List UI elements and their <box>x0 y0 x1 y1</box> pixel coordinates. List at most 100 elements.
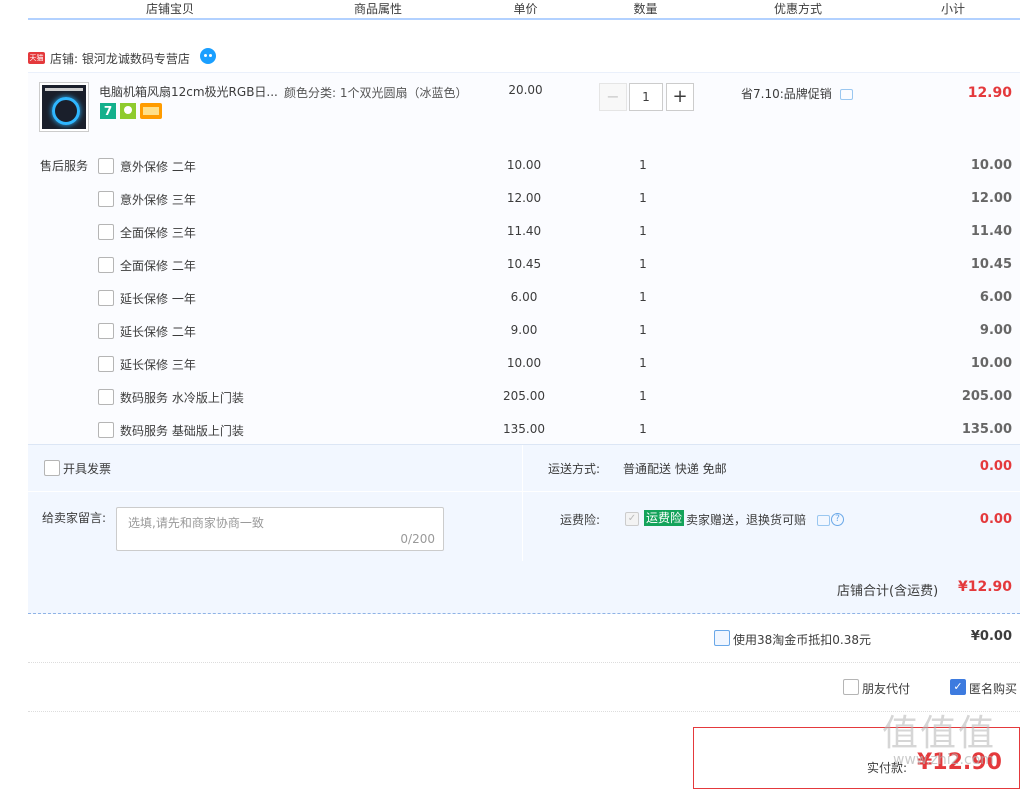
fan-image <box>42 85 86 129</box>
service-name: 延长保修 二年 <box>120 325 196 339</box>
service-name: 全面保修 三年 <box>120 226 196 240</box>
service-name: 延长保修 一年 <box>120 292 196 306</box>
cart-item-block: 电脑机箱风扇12cm极光RGB日... 7 颜色分类: 1个双光圆扇（冰蓝色） … <box>28 72 1020 445</box>
service-name: 全面保修 二年 <box>120 259 196 273</box>
service-subtotal: 205.00 <box>961 389 1012 404</box>
promotion-text: 省7.10:品牌促销 <box>741 87 832 101</box>
service-checkbox[interactable] <box>98 257 114 273</box>
header-discount: 优惠方式 <box>773 2 822 16</box>
service-row: 意外保修 二年 10.00 1 10.00 <box>28 156 1020 176</box>
service-subtotal: 10.45 <box>970 257 1012 272</box>
shop-total-label: 店铺合计(含运费) <box>837 584 939 599</box>
help-icon[interactable]: ? <box>831 513 844 526</box>
service-checkbox[interactable] <box>98 323 114 339</box>
cart-header: 店铺宝贝 商品属性 单价 数量 优惠方式 小计 <box>28 0 1020 20</box>
service-row: 全面保修 二年 10.45 1 10.45 <box>28 255 1020 275</box>
service-bulb-icon[interactable] <box>120 103 136 119</box>
service-name: 意外保修 二年 <box>120 160 196 174</box>
service-qty: 1 <box>639 389 647 403</box>
service-price: 6.00 <box>510 290 538 304</box>
item-subtotal: 12.90 <box>967 85 1012 101</box>
wangwang-chat-icon[interactable] <box>200 48 216 64</box>
header-shop-item: 店铺宝贝 <box>145 2 194 16</box>
header-attributes: 商品属性 <box>353 2 402 16</box>
coin-value: ¥0.00 <box>970 629 1012 644</box>
coin-checkbox[interactable] <box>714 630 730 646</box>
insurance-cost: 0.00 <box>979 512 1012 527</box>
taobao-coin-row: 使用38淘金币抵扣0.38元 ¥0.00 <box>28 614 1020 663</box>
service-price: 10.00 <box>506 356 542 370</box>
insurance-badge: 运费险 <box>644 510 685 526</box>
quantity-increase-button[interactable]: + <box>666 83 694 111</box>
site-watermark-url: www.zhi2.com <box>893 752 994 768</box>
service-row: 延长保修 一年 6.00 1 6.00 <box>28 288 1020 308</box>
credit-card-icon[interactable] <box>140 103 162 119</box>
seller-message-label: 给卖家留言: <box>42 511 107 525</box>
shipping-cost: 0.00 <box>979 459 1012 474</box>
service-name: 数码服务 水冷版上门装 <box>120 391 244 405</box>
service-price: 10.45 <box>506 257 542 271</box>
friend-pay-checkbox[interactable] <box>843 679 859 695</box>
service-price: 135.00 <box>503 422 545 436</box>
coin-label[interactable]: 使用38淘金币抵扣0.38元 <box>733 631 871 648</box>
service-qty: 1 <box>639 257 647 271</box>
service-checkbox[interactable] <box>98 356 114 372</box>
service-row: 数码服务 水冷版上门装 205.00 1 205.00 <box>28 387 1020 407</box>
service-name: 延长保修 三年 <box>120 358 196 372</box>
service-qty: 1 <box>639 356 647 370</box>
service-row: 意外保修 三年 12.00 1 12.00 <box>28 189 1020 209</box>
service-name: 意外保修 三年 <box>120 193 196 207</box>
service-subtotal: 11.40 <box>970 224 1012 239</box>
service-checkbox[interactable] <box>98 422 114 438</box>
service-price: 12.00 <box>506 191 542 205</box>
service-checkbox[interactable] <box>98 158 114 174</box>
message-char-counter: 0/200 <box>400 532 435 546</box>
friend-pay-label[interactable]: 朋友代付 <box>862 680 910 697</box>
shipping-insurance-label: 运费险: <box>560 513 601 527</box>
promotion-chat-icon[interactable] <box>840 89 853 100</box>
header-quantity: 数量 <box>633 2 658 16</box>
service-qty: 1 <box>639 224 647 238</box>
service-checkbox[interactable] <box>98 191 114 207</box>
insurance-checkbox: ✓ <box>625 512 639 526</box>
anonymous-label[interactable]: 匿名购买 <box>969 680 1017 697</box>
service-price: 9.00 <box>510 323 538 337</box>
shipping-method: 普通配送 快递 免邮 <box>623 462 727 476</box>
service-subtotal: 12.00 <box>970 191 1012 206</box>
order-info-panel: 开具发票 运送方式: 普通配送 快递 免邮 0.00 给卖家留言: 选填,请先和… <box>28 444 1020 561</box>
shop-total-bar: 店铺合计(含运费) ¥12.90 <box>28 561 1020 614</box>
quantity-input[interactable]: 1 <box>629 83 663 111</box>
service-price: 11.40 <box>506 224 542 238</box>
insurance-chat-icon[interactable] <box>817 515 830 526</box>
invoice-label[interactable]: 开具发票 <box>63 460 111 477</box>
anonymous-checkbox[interactable]: ✓ <box>950 679 966 695</box>
seller-message-input[interactable]: 选填,请先和商家协商一致 0/200 <box>116 507 444 551</box>
service-row: 全面保修 三年 11.40 1 11.40 <box>28 222 1020 242</box>
tmall-badge: 天猫 <box>28 52 45 64</box>
service-qty: 1 <box>639 290 647 304</box>
service-subtotal: 10.00 <box>970 356 1012 371</box>
service-row: 延长保修 二年 9.00 1 9.00 <box>28 321 1020 341</box>
service-subtotal: 135.00 <box>961 422 1012 437</box>
service-qty: 1 <box>639 422 647 436</box>
shop-name-link[interactable]: 店铺: 银河龙诚数码专营店 <box>50 50 190 67</box>
product-title-link[interactable]: 电脑机箱风扇12cm极光RGB日... <box>99 83 279 100</box>
message-placeholder: 选填,请先和商家协商一致 <box>128 516 264 530</box>
service-checkbox[interactable] <box>98 224 114 240</box>
purchase-options-row: 朋友代付 ✓ 匿名购买 <box>28 663 1020 712</box>
shipping-label: 运送方式: <box>548 462 601 476</box>
service-row: 数码服务 基础版上门装 135.00 1 135.00 <box>28 420 1020 440</box>
insurance-description: 卖家赠送，退换货可赔 <box>686 513 807 527</box>
service-qty: 1 <box>639 191 647 205</box>
product-attribute: 颜色分类: 1个双光圆扇（冰蓝色） <box>284 86 468 100</box>
unit-price: 20.00 <box>508 83 543 97</box>
service-checkbox[interactable] <box>98 290 114 306</box>
header-subtotal: 小计 <box>940 2 965 16</box>
service-checkbox[interactable] <box>98 389 114 405</box>
product-thumbnail[interactable] <box>39 82 89 132</box>
quantity-decrease-button[interactable]: − <box>599 83 627 111</box>
service-row: 延长保修 三年 10.00 1 10.00 <box>28 354 1020 374</box>
seven-day-return-icon[interactable]: 7 <box>100 103 116 119</box>
service-price: 205.00 <box>503 389 545 403</box>
invoice-checkbox[interactable] <box>44 460 60 476</box>
